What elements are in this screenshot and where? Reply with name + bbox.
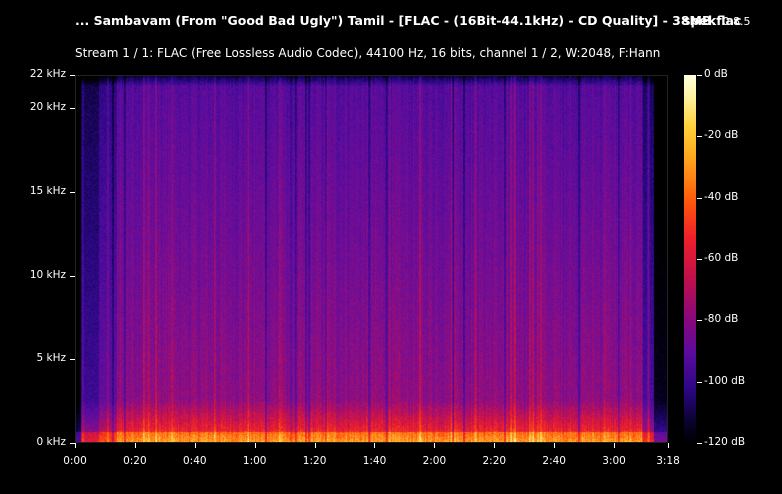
db-tick-label: -120 dB [704, 436, 746, 448]
time-tick-label: 1:20 [302, 455, 327, 467]
time-tick-label: 2:40 [542, 455, 566, 467]
time-tick-mark [75, 443, 76, 448]
db-tick-label: -40 dB [704, 190, 739, 203]
time-tick-mark [554, 443, 555, 448]
time-tick-mark [668, 443, 669, 448]
time-tick-label: 0:20 [123, 455, 147, 467]
time-tick-label: 3:00 [602, 455, 626, 467]
app-name-label: spek [683, 13, 717, 28]
freq-tick-label: 0 kHz [36, 436, 66, 448]
stream-info: Stream 1 / 1: FLAC (Free Lossless Audio … [75, 46, 661, 60]
time-tick-mark [255, 443, 256, 448]
db-tick-label: -80 dB [704, 313, 739, 326]
time-tick-mark [614, 443, 615, 448]
time-tick-mark [494, 443, 495, 448]
time-tick-label: 0:40 [183, 455, 207, 467]
time-tick-label: 1:40 [362, 455, 387, 467]
db-tick-mark [697, 320, 702, 321]
db-tick-label: -100 dB [704, 374, 746, 387]
time-tick-mark [135, 443, 136, 448]
db-tick-mark [697, 198, 702, 199]
freq-tick-label: 22 kHz [29, 68, 66, 80]
time-tick-mark [315, 443, 316, 448]
freq-tick-mark [70, 75, 75, 76]
db-tick-label: -20 dB [704, 129, 739, 142]
time-tick-mark [195, 443, 196, 448]
time-tick-label: 2:20 [482, 455, 507, 467]
freq-tick-mark [70, 192, 75, 193]
db-tick-mark [697, 75, 702, 76]
db-tick-label: 0 dB [704, 68, 728, 80]
db-tick-mark [697, 382, 702, 383]
db-tick-mark [697, 136, 702, 137]
freq-tick-mark [70, 359, 75, 360]
db-tick-mark [697, 259, 702, 260]
db-tick-label: -60 dB [704, 252, 739, 264]
time-tick-label: 0:00 [63, 455, 87, 467]
db-colorbar [684, 75, 696, 443]
freq-tick-mark [70, 276, 75, 277]
app-version: 0.8.5 [722, 15, 751, 28]
freq-tick-mark [70, 108, 75, 109]
freq-tick-label: 20 kHz [29, 101, 66, 114]
time-tick-mark [374, 443, 375, 448]
db-tick-mark [697, 443, 702, 444]
time-tick-label: 1:00 [242, 455, 267, 467]
time-tick-mark [434, 443, 435, 448]
file-title: ... Sambavam (From "Good Bad Ugly") Tami… [75, 13, 742, 28]
time-tick-label: 2:00 [422, 455, 447, 467]
app-name: spek 0.8.5 [683, 13, 751, 28]
freq-tick-label: 10 kHz [29, 268, 66, 281]
freq-tick-label: 15 kHz [29, 185, 66, 198]
freq-tick-label: 5 kHz [36, 352, 66, 365]
spectrogram [75, 75, 668, 443]
time-tick-label: 3:18 [656, 455, 680, 467]
